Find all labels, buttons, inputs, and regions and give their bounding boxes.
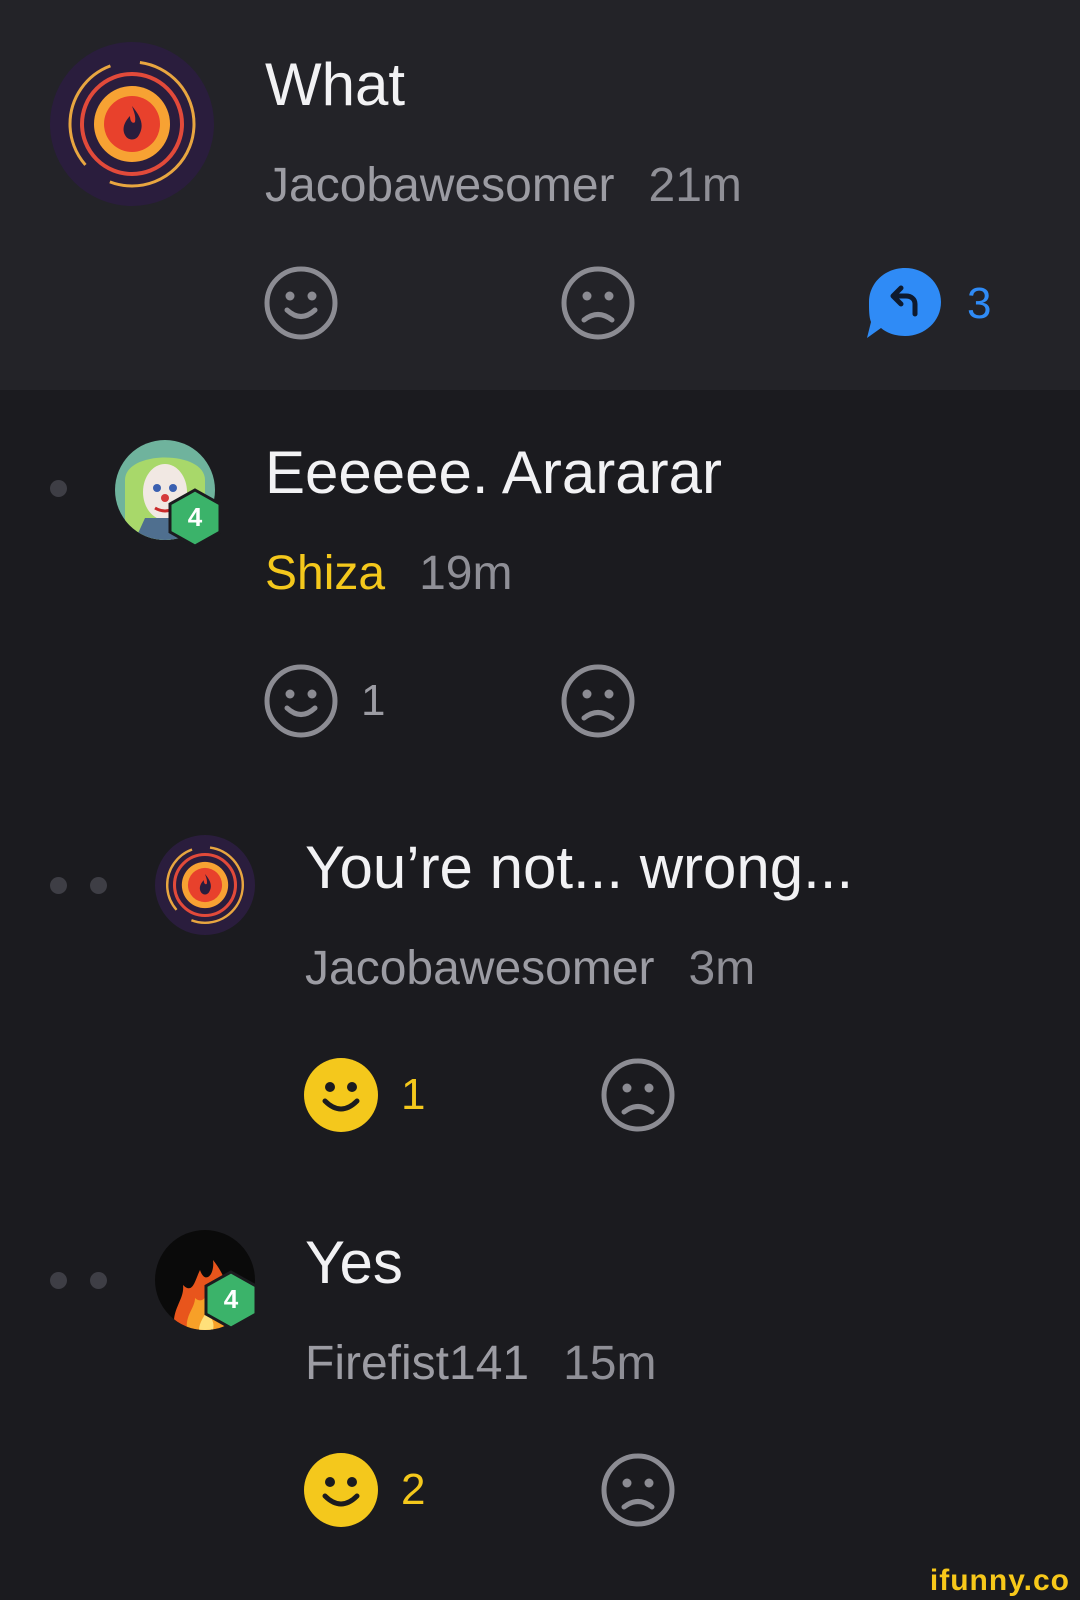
comment-meta: Jacobawesomer 3m: [305, 941, 755, 997]
smile-button-active[interactable]: 1: [303, 1057, 425, 1133]
thread-indent-dot: [90, 877, 107, 894]
comment-text: Eeeeee. Arararar: [265, 439, 722, 506]
frown-button[interactable]: [600, 1452, 676, 1528]
smile-button[interactable]: 1: [263, 663, 385, 739]
avatar[interactable]: 4: [115, 440, 222, 548]
frown-icon: [561, 664, 635, 738]
comment-meta: Firefist141 15m: [305, 1336, 656, 1392]
username[interactable]: Firefist141: [305, 1337, 529, 1390]
smile-icon: [304, 1058, 378, 1132]
level-number: 4: [223, 1284, 239, 1314]
smile-button-active[interactable]: 2: [303, 1452, 425, 1528]
smile-icon: [264, 664, 338, 738]
level-badge: 4: [203, 1270, 259, 1330]
avatar[interactable]: [155, 835, 255, 935]
comment-text: You’re not... wrong...: [305, 834, 854, 901]
timestamp: 21m: [648, 159, 742, 212]
frown-icon: [601, 1453, 675, 1527]
level-badge: 4: [167, 488, 223, 548]
reply-bubble-icon: [867, 268, 941, 338]
timestamp: 3m: [688, 942, 756, 995]
frown-button[interactable]: [560, 663, 636, 739]
comment-item: You’re not... wrong... Jacobawesomer 3m 1: [0, 785, 1080, 1180]
reply-count-button[interactable]: 3: [865, 266, 991, 342]
username[interactable]: Shiza: [265, 547, 385, 600]
frown-button[interactable]: [560, 265, 636, 341]
reply-count: 3: [967, 279, 992, 328]
like-count: 1: [401, 1070, 426, 1119]
thread-indent-dot: [50, 877, 67, 894]
smile-button[interactable]: [263, 265, 339, 341]
like-count: 1: [361, 676, 386, 725]
username[interactable]: Jacobawesomer: [305, 942, 655, 995]
timestamp: 15m: [563, 1337, 657, 1390]
frown-icon: [561, 266, 635, 340]
comment-meta: Jacobawesomer 21m: [265, 158, 742, 214]
avatar[interactable]: [50, 42, 214, 206]
smile-icon: [304, 1453, 378, 1527]
avatar[interactable]: 4: [155, 1230, 258, 1330]
comment-text: What: [265, 51, 406, 118]
thread-indent-dot: [50, 1272, 67, 1289]
comment-meta: Shiza 19m: [265, 546, 512, 602]
comment-item: 4 Yes Firefist141 15m 2: [0, 1180, 1080, 1575]
thread-indent-dot: [90, 1272, 107, 1289]
comment-item: 4 Eeeeee. Arararar Shiza 19m 1: [0, 390, 1080, 785]
comment-item: What Jacobawesomer 21m 3: [0, 0, 1080, 390]
username[interactable]: Jacobawesomer: [265, 159, 615, 212]
smile-icon: [264, 266, 338, 340]
like-count: 2: [401, 1465, 426, 1514]
frown-button[interactable]: [600, 1057, 676, 1133]
comment-text: Yes: [305, 1229, 403, 1296]
frown-icon: [601, 1058, 675, 1132]
watermark: ifunny.co: [929, 1564, 1070, 1597]
level-number: 4: [187, 502, 203, 532]
thread-indent-dot: [50, 480, 67, 497]
timestamp: 19m: [419, 547, 513, 600]
